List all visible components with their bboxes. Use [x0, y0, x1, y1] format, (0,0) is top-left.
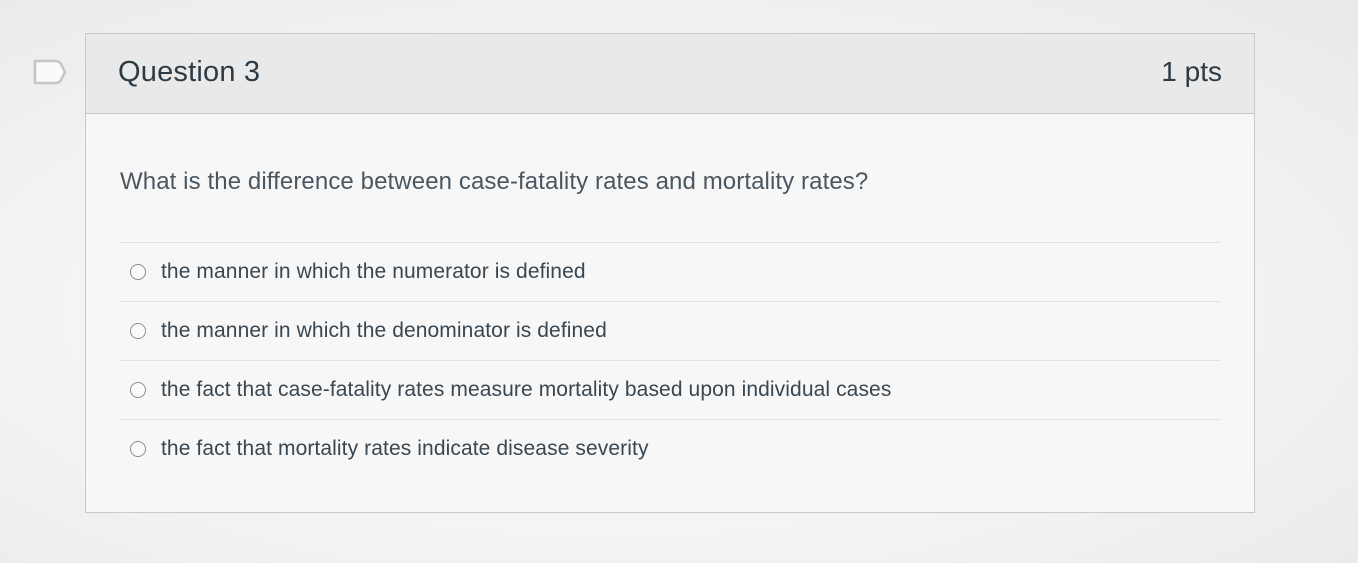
answer-label: the manner in which the denominator is d… — [161, 319, 607, 342]
answer-option[interactable]: the manner in which the numerator is def… — [120, 243, 1220, 302]
answer-option[interactable]: the fact that case-fatality rates measur… — [120, 361, 1220, 420]
question-text: What is the difference between case-fata… — [120, 168, 869, 195]
question-title: Question 3 — [118, 56, 261, 88]
flag-question-icon[interactable] — [32, 58, 68, 86]
answer-label: the fact that mortality rates indicate d… — [161, 437, 649, 460]
question-points: 1 pts — [1161, 56, 1222, 87]
radio-button[interactable] — [130, 264, 146, 280]
question-header: Question 3 1 pts — [86, 34, 1254, 114]
radio-button[interactable] — [130, 441, 146, 457]
radio-button[interactable] — [130, 323, 146, 339]
answer-label: the manner in which the numerator is def… — [161, 260, 586, 283]
question-body: What is the difference between case-fata… — [86, 114, 1254, 478]
answer-label: the fact that case-fatality rates measur… — [161, 378, 892, 401]
answer-list: the manner in which the numerator is def… — [120, 242, 1220, 478]
answer-option[interactable]: the fact that mortality rates indicate d… — [120, 420, 1220, 478]
question-card: Question 3 1 pts What is the difference … — [85, 33, 1255, 513]
radio-button[interactable] — [130, 382, 146, 398]
answer-option[interactable]: the manner in which the denominator is d… — [120, 302, 1220, 361]
